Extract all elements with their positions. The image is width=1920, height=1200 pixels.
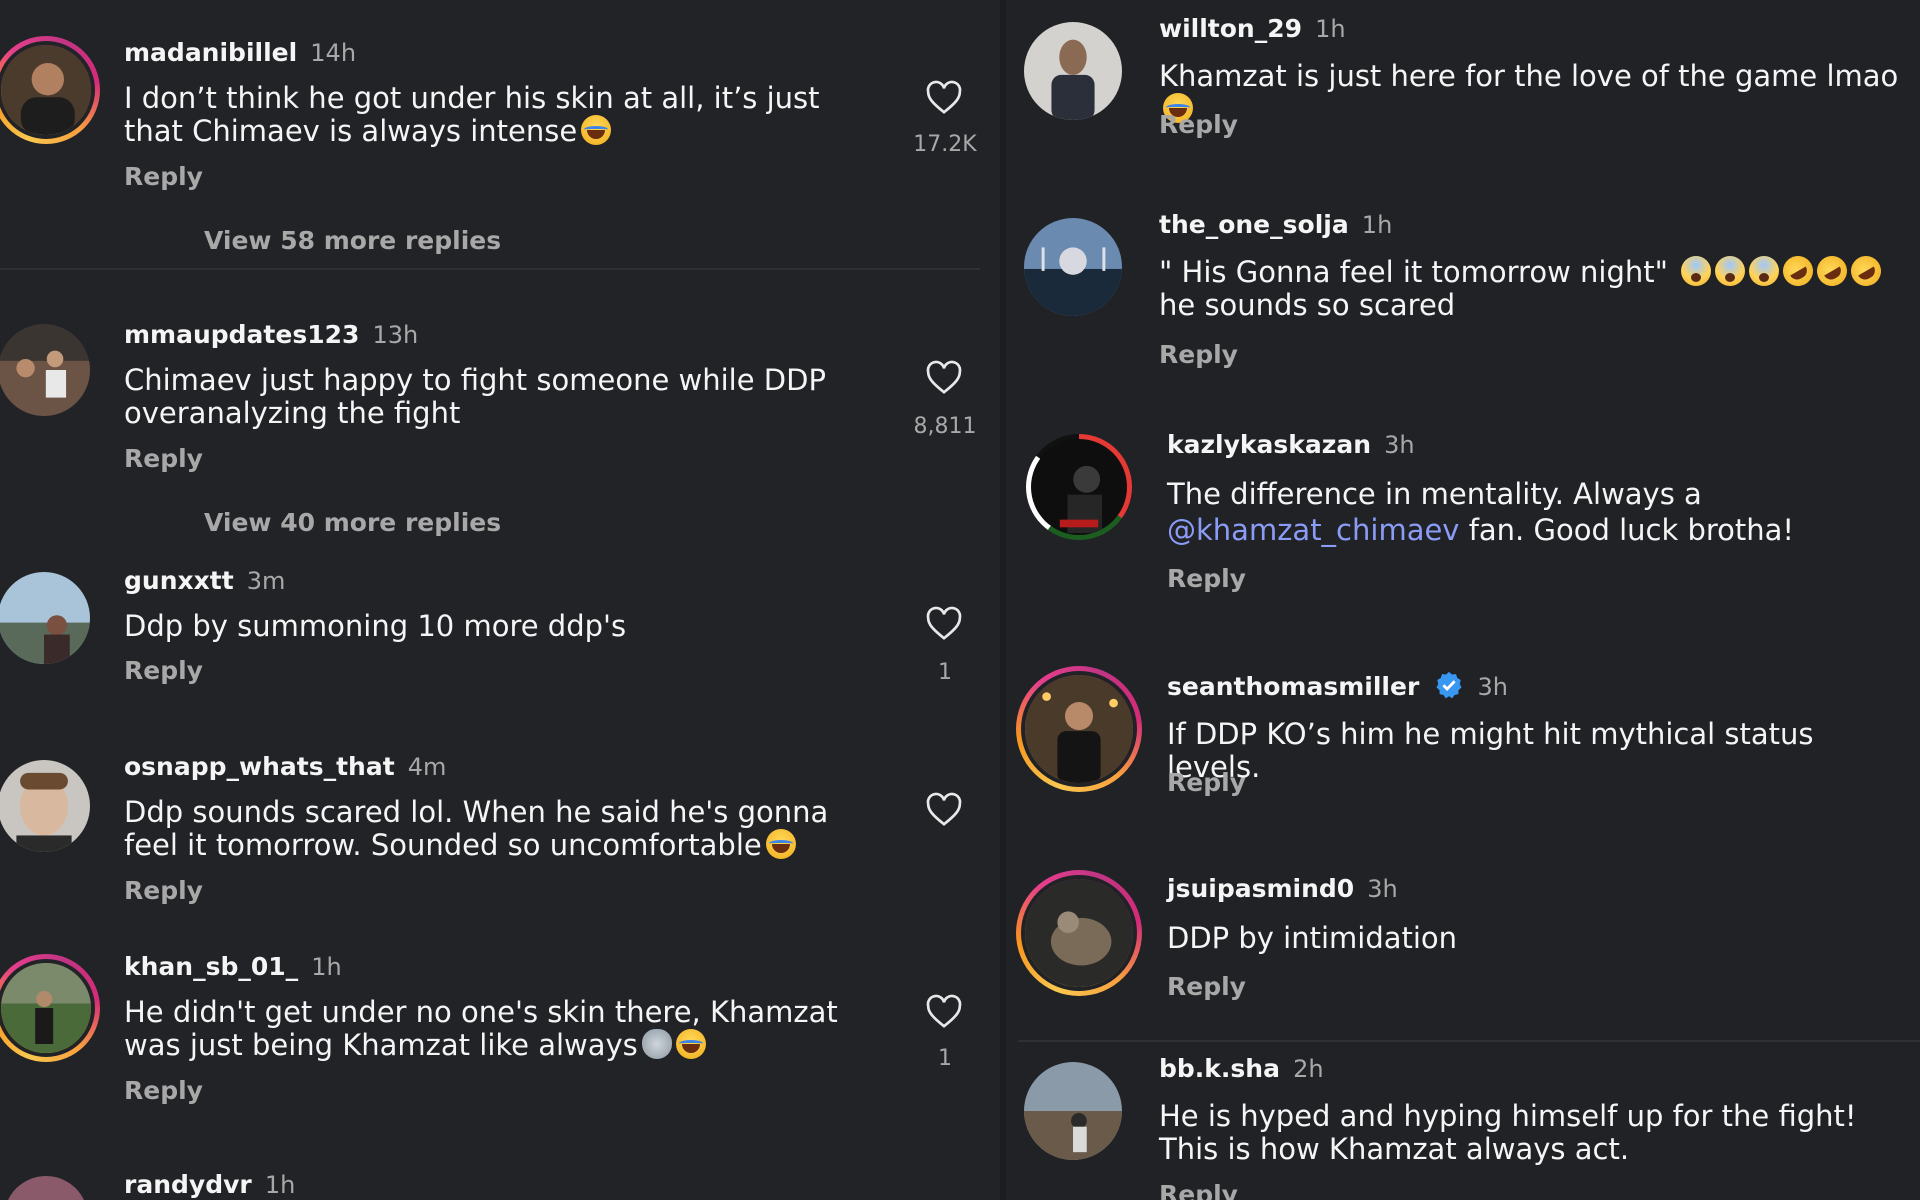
reply-button[interactable]: Reply bbox=[124, 876, 203, 905]
timestamp: 1h bbox=[311, 953, 342, 981]
heart-outline-icon[interactable] bbox=[924, 992, 964, 1032]
comment-text: " His Gonna feel it tomorrow night" he s… bbox=[1159, 250, 1919, 322]
username[interactable]: seanthomasmiller bbox=[1167, 672, 1419, 701]
username[interactable]: the_one_solja bbox=[1159, 210, 1349, 239]
reply-button[interactable]: Reply bbox=[1159, 340, 1238, 369]
username[interactable]: khan_sb_01_ bbox=[124, 952, 298, 981]
timestamp: 4m bbox=[407, 753, 447, 781]
comment-text: He is hyped and hyping himself up for th… bbox=[1159, 1099, 1857, 1166]
reply-button[interactable]: Reply bbox=[124, 656, 203, 685]
timestamp: 1h bbox=[1315, 15, 1346, 43]
comment-text: DDP by intimidation bbox=[1167, 921, 1458, 955]
username[interactable]: kazlykaskazan bbox=[1167, 430, 1371, 459]
mention-link[interactable]: @khamzat_chimaev bbox=[1167, 513, 1459, 547]
like-count: 1 bbox=[938, 660, 952, 685]
fearful-face-icon bbox=[1715, 256, 1746, 286]
username[interactable]: bb.k.sha bbox=[1159, 1054, 1280, 1083]
comment-text: Chimaev just happy to fight someone whil… bbox=[124, 363, 826, 430]
avatar[interactable] bbox=[1016, 870, 1142, 996]
avatar[interactable] bbox=[0, 36, 100, 144]
avatar[interactable] bbox=[1024, 22, 1122, 120]
timestamp: 3h bbox=[1477, 673, 1508, 701]
username[interactable]: madanibillel bbox=[124, 38, 297, 67]
rolling-on-the-floor-laughing-icon bbox=[1845, 250, 1887, 292]
fearful-face-icon bbox=[1681, 256, 1712, 286]
reply-button[interactable]: Reply bbox=[1167, 768, 1246, 797]
timestamp: 14h bbox=[310, 39, 357, 67]
comment-text: Ddp by summoning 10 more ddp's bbox=[124, 609, 627, 643]
username[interactable]: mmaupdates123 bbox=[124, 320, 359, 349]
username[interactable]: gunxxtt bbox=[124, 566, 234, 595]
reply-button[interactable]: Reply bbox=[124, 1076, 203, 1105]
reply-button[interactable]: Reply bbox=[124, 162, 203, 191]
fearful-face-icon bbox=[1749, 256, 1780, 286]
wolf-face-icon bbox=[641, 1029, 672, 1059]
reply-button[interactable]: Reply bbox=[124, 444, 203, 473]
comment-text: I don’t think he got under his skin at a… bbox=[124, 81, 820, 148]
timestamp: 3h bbox=[1384, 431, 1415, 459]
view-more-replies-button[interactable]: View 40 more replies bbox=[204, 508, 501, 537]
verified-badge-icon bbox=[1436, 671, 1462, 699]
avatar[interactable] bbox=[1024, 218, 1122, 316]
divider bbox=[0, 268, 980, 270]
avatar[interactable] bbox=[4, 1176, 88, 1200]
reply-button[interactable]: Reply bbox=[1167, 564, 1246, 593]
timestamp: 3h bbox=[1367, 875, 1398, 903]
comment-text: Khamzat is just here for the love of the… bbox=[1159, 60, 1919, 126]
username[interactable]: willton_29 bbox=[1159, 14, 1302, 43]
avatar[interactable] bbox=[0, 760, 90, 852]
timestamp: 3m bbox=[246, 567, 286, 595]
heart-outline-icon[interactable] bbox=[924, 358, 964, 398]
avatar[interactable] bbox=[1016, 666, 1142, 792]
avatar[interactable] bbox=[0, 954, 100, 1062]
timestamp: 1h bbox=[1361, 211, 1393, 239]
heart-outline-icon[interactable] bbox=[924, 604, 964, 644]
like-count: 1 bbox=[938, 1046, 952, 1071]
avatar[interactable] bbox=[0, 324, 90, 416]
comment-text: If DDP KO’s him he might hit mythical st… bbox=[1167, 717, 1814, 784]
timestamp: 1h bbox=[264, 1171, 296, 1199]
like-count: 8,811 bbox=[913, 414, 977, 439]
username[interactable]: randydvr bbox=[124, 1170, 252, 1199]
avatar[interactable] bbox=[1026, 434, 1132, 540]
avatar[interactable] bbox=[0, 572, 90, 664]
timestamp: 2h bbox=[1293, 1055, 1324, 1083]
face-with-tears-of-joy-icon bbox=[581, 115, 612, 145]
face-with-tears-of-joy-icon bbox=[765, 829, 796, 859]
view-more-replies-button[interactable]: View 58 more replies bbox=[204, 226, 501, 255]
rolling-on-the-floor-laughing-icon bbox=[1811, 250, 1853, 292]
left-comment-panel: madanibillel 14h I don’t think he got un… bbox=[0, 0, 1006, 1200]
username[interactable]: jsuipasmind0 bbox=[1167, 874, 1354, 903]
timestamp: 13h bbox=[372, 321, 419, 349]
like-count: 17.2K bbox=[913, 132, 977, 157]
right-comment-panel: willton_29 1h Khamzat is just here for t… bbox=[1006, 0, 1920, 1200]
divider bbox=[1018, 1040, 1920, 1042]
face-with-tears-of-joy-icon bbox=[675, 1029, 706, 1059]
comment-text: He didn't get under no one's skin there,… bbox=[124, 995, 838, 1062]
reply-button[interactable]: Reply bbox=[1167, 972, 1246, 1001]
rolling-on-the-floor-laughing-icon bbox=[1777, 250, 1819, 292]
avatar[interactable] bbox=[1024, 1062, 1122, 1160]
heart-outline-icon[interactable] bbox=[924, 790, 964, 830]
heart-outline-icon[interactable] bbox=[924, 78, 964, 118]
reply-button[interactable]: Reply bbox=[1159, 1180, 1238, 1200]
reply-button[interactable]: Reply bbox=[1159, 110, 1238, 139]
comment-text: Ddp sounds scared lol. When he said he's… bbox=[124, 795, 829, 862]
username[interactable]: osnapp_whats_that bbox=[124, 752, 395, 781]
comment-text: The difference in mentality. Always a @k… bbox=[1167, 477, 1795, 547]
